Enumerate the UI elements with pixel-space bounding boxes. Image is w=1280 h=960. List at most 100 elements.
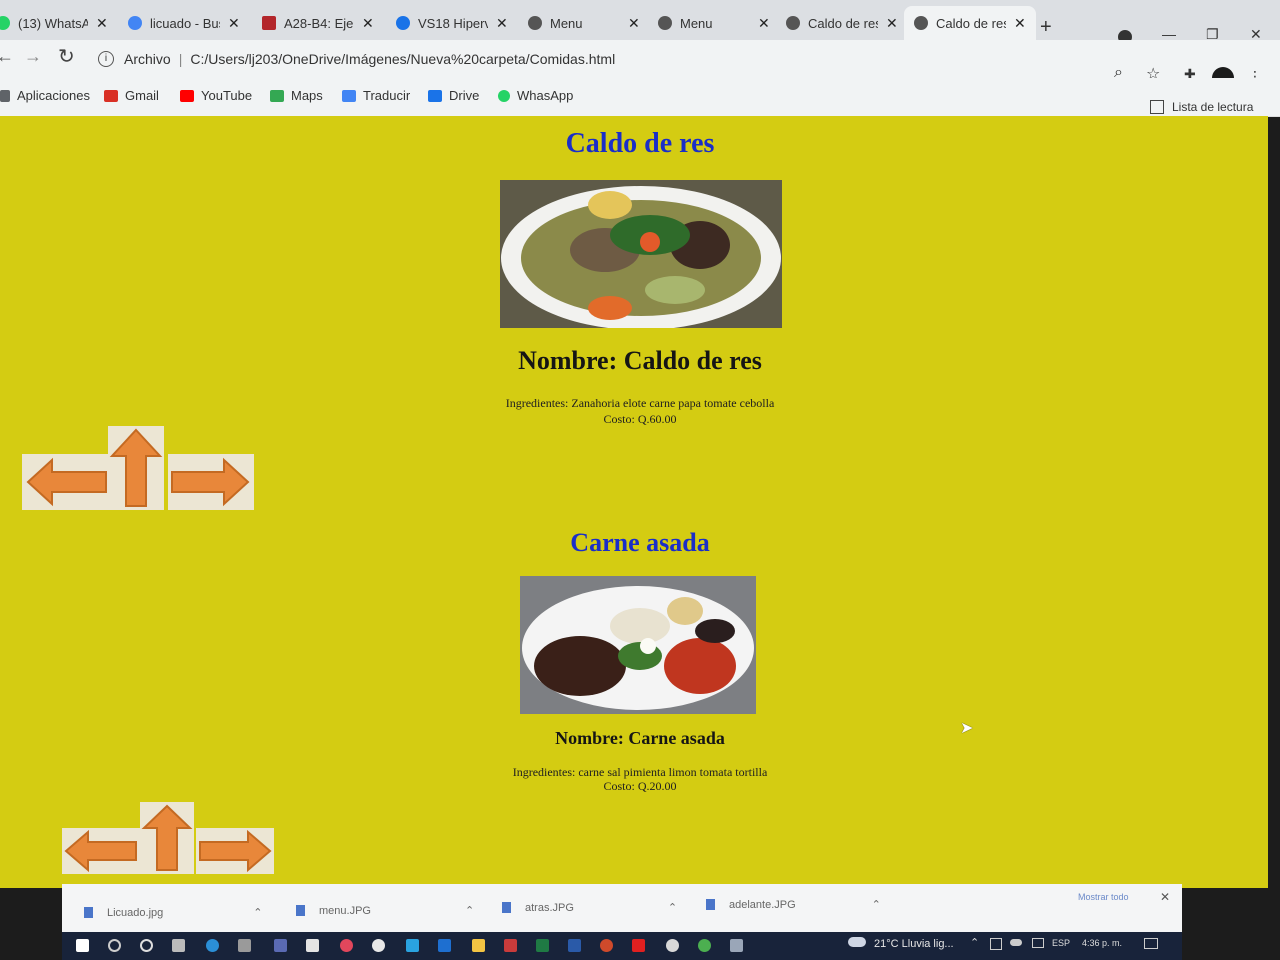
show-all-button[interactable]: Mostrar todo: [1078, 892, 1129, 902]
tab-licuado[interactable]: licuado - Buscar ✕: [128, 6, 240, 40]
top-arrow-button[interactable]: [140, 802, 194, 874]
globe-icon: [658, 16, 672, 30]
back-arrow-button[interactable]: [22, 454, 110, 510]
caldo-photo: [500, 180, 782, 328]
bookmark-traducir[interactable]: Traducir: [342, 88, 410, 103]
reading-list-icon: [1150, 100, 1164, 114]
tab-a28[interactable]: A28-B4: Ejercicio ✕: [262, 6, 374, 40]
tab-vs18[interactable]: VS18 Hipervínculo ✕: [396, 6, 508, 40]
tray-icon[interactable]: [990, 938, 1002, 950]
tab-menu-1[interactable]: Menu ✕: [528, 6, 640, 40]
bookmark-youtube[interactable]: YouTube: [180, 88, 252, 103]
separator: |: [178, 51, 183, 67]
app-icon[interactable]: [238, 939, 251, 952]
download-item[interactable]: atras.JPG ⌃: [502, 901, 677, 914]
youtube-icon: [180, 89, 194, 102]
close-icon[interactable]: ✕: [96, 15, 108, 32]
store-icon[interactable]: [306, 939, 319, 952]
chevron-up-icon[interactable]: ⌃: [465, 904, 474, 917]
download-item[interactable]: adelante.JPG ⌃: [706, 898, 881, 911]
globe-icon: [786, 16, 800, 30]
cortana-icon[interactable]: [140, 939, 153, 952]
youtube-icon[interactable]: [632, 939, 645, 952]
translate-icon: [342, 89, 356, 102]
onedrive-icon[interactable]: [1010, 939, 1022, 946]
file-icon: [84, 907, 93, 918]
drive-icon: [428, 89, 442, 102]
weather-text[interactable]: 21°C Lluvia lig...: [874, 938, 954, 950]
reading-list[interactable]: Lista de lectura: [1150, 100, 1253, 114]
chrome-icon[interactable]: [666, 939, 679, 952]
download-item[interactable]: menu.JPG ⌃: [296, 904, 474, 917]
app-icon[interactable]: [406, 939, 419, 952]
bookmark-apps[interactable]: Aplicaciones: [0, 88, 90, 103]
windows-start-icon[interactable]: [76, 939, 89, 952]
language-indicator[interactable]: ESP: [1052, 938, 1070, 948]
close-icon[interactable]: ✕: [496, 15, 508, 32]
close-icon[interactable]: ✕: [628, 15, 640, 32]
bookmark-drive[interactable]: Drive: [428, 88, 479, 103]
bookmark-gmail[interactable]: Gmail: [104, 88, 159, 103]
downloads-bar: Licuado.jpg ⌃ menu.JPG ⌃ atras.JPG ⌃ ade…: [62, 884, 1182, 934]
forward-arrow-button[interactable]: [196, 828, 274, 874]
tab-menu-2[interactable]: Menu ✕: [658, 6, 770, 40]
carne-photo: [520, 576, 756, 714]
tab-caldo-1[interactable]: Caldo de res ✕: [786, 6, 898, 40]
forward-icon[interactable]: →: [24, 46, 42, 67]
bookmarks-bar: Aplicaciones Gmail YouTube Maps Traducir…: [0, 78, 1280, 117]
new-tab-button[interactable]: +: [1040, 16, 1052, 39]
mouse-cursor-icon: ➤: [960, 720, 974, 737]
document-icon: [262, 16, 276, 30]
app-icon[interactable]: [274, 939, 287, 952]
folder-icon[interactable]: [472, 939, 485, 952]
left-arrow-icon: [64, 829, 137, 873]
chevron-up-icon[interactable]: ⌃: [253, 906, 262, 919]
taskbar: 21°C Lluvia lig... ⌃ ESP 4:36 p. m.: [62, 932, 1182, 960]
close-icon[interactable]: ✕: [886, 15, 898, 32]
chevron-up-icon[interactable]: ⌃: [872, 898, 881, 911]
close-downloads-icon[interactable]: ✕: [1160, 890, 1170, 904]
app-icon[interactable]: [698, 939, 711, 952]
tab-caldo-active[interactable]: Caldo de res ✕: [904, 6, 1036, 40]
google-icon: [128, 16, 142, 30]
download-item[interactable]: Licuado.jpg ⌃: [84, 906, 263, 919]
close-icon[interactable]: ✕: [758, 15, 770, 32]
app-icon[interactable]: [730, 939, 743, 952]
tray-chevron-icon[interactable]: ⌃: [970, 936, 979, 949]
app-icon[interactable]: [504, 939, 517, 952]
dish-name: Nombre: Carne asada: [555, 728, 725, 748]
clock[interactable]: 4:36 p. m.: [1082, 938, 1122, 948]
notifications-icon[interactable]: [1144, 938, 1158, 949]
tab-strip: (13) WhatsApp ✕ licuado - Buscar ✕ A28-B…: [0, 0, 1280, 44]
up-arrow-icon: [109, 428, 163, 507]
dish-name: Nombre: Caldo de res: [518, 346, 762, 375]
top-arrow-button[interactable]: [108, 426, 164, 510]
reload-icon[interactable]: ↻: [58, 44, 75, 69]
close-icon[interactable]: ✕: [1014, 15, 1026, 32]
media-icon[interactable]: [372, 939, 385, 952]
mail-icon[interactable]: [438, 939, 451, 952]
tab-whatsapp[interactable]: (13) WhatsApp ✕: [0, 6, 108, 40]
word-icon[interactable]: [568, 939, 581, 952]
globe-icon: [528, 16, 542, 30]
dish-ingredients: Ingredientes: Zanahoria elote carne papa…: [505, 396, 775, 410]
back-arrow-button[interactable]: [62, 828, 140, 874]
search-icon[interactable]: [108, 939, 121, 952]
file-icon: [296, 905, 305, 916]
bookmark-maps[interactable]: Maps: [270, 88, 323, 103]
address-bar[interactable]: i Archivo | C:/Users/lj203/OneDrive/Imág…: [98, 44, 638, 74]
task-view-icon[interactable]: [172, 939, 185, 952]
back-icon[interactable]: ←: [0, 46, 14, 67]
close-icon[interactable]: ✕: [362, 15, 374, 32]
forward-arrow-button[interactable]: [168, 454, 254, 510]
close-icon[interactable]: ✕: [228, 15, 240, 32]
excel-icon[interactable]: [536, 939, 549, 952]
edge-icon[interactable]: [206, 939, 219, 952]
powerpoint-icon[interactable]: [600, 939, 613, 952]
gmail-icon: [104, 89, 118, 102]
bookmark-whasapp[interactable]: WhasApp: [498, 88, 573, 103]
app-icon[interactable]: [340, 939, 353, 952]
chevron-up-icon[interactable]: ⌃: [668, 901, 677, 914]
network-icon[interactable]: [1032, 938, 1044, 948]
dish-title: Caldo de res: [565, 128, 715, 159]
